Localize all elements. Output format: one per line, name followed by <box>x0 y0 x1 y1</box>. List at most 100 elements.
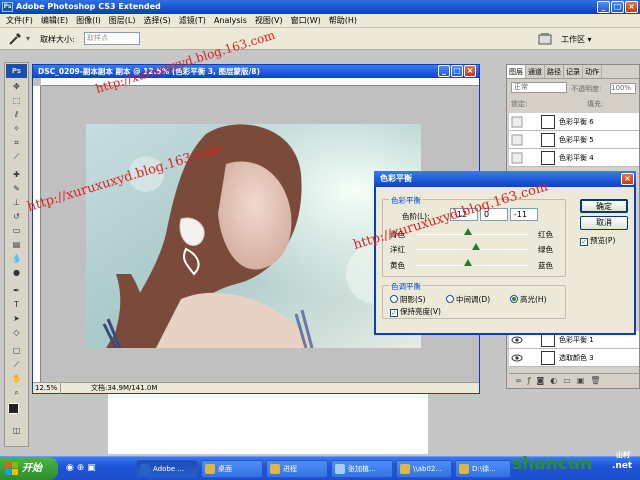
trash-icon[interactable]: 🗑 <box>590 376 606 385</box>
menu-image[interactable]: 图像(I) <box>72 14 105 28</box>
sample-size-select[interactable]: 取样点 <box>84 32 140 45</box>
dialog-close-button[interactable]: × <box>621 173 634 185</box>
layer-style-icon[interactable]: ƒ <box>528 376 537 385</box>
hand-tool-icon[interactable]: ✋ <box>8 373 25 385</box>
minimize-button[interactable]: _ <box>597 1 610 13</box>
magic-wand-tool-icon[interactable]: ✧ <box>8 123 25 135</box>
layer-row[interactable]: 选取颜色 3 <box>509 349 639 367</box>
app-icon <box>335 464 345 474</box>
document-status-bar: 12.5% 文档:34.9M/141.0M <box>33 382 479 394</box>
path-selection-tool-icon[interactable]: ➤ <box>8 313 25 325</box>
radio-highlights[interactable]: 高光(H) <box>510 295 547 305</box>
menu-analysis[interactable]: Analysis <box>210 14 251 28</box>
adjustment-layer-icon[interactable]: ◐ <box>550 376 563 385</box>
cyan-red-slider[interactable] <box>416 234 528 235</box>
level-yellow-blue-field[interactable]: -11 <box>510 208 538 221</box>
document-size-info[interactable]: 文档:34.9M/141.0M <box>91 383 157 394</box>
menu-edit[interactable]: 编辑(E) <box>37 14 72 28</box>
crop-tool-icon[interactable]: ⌗ <box>8 137 25 149</box>
checkmark-icon: ✓ <box>390 309 398 317</box>
shape-tool-icon[interactable]: ◇ <box>8 327 25 339</box>
slider-handle[interactable] <box>464 259 472 266</box>
workspace-button[interactable]: 工作区 ▾ <box>556 32 597 47</box>
preview-checkbox[interactable]: ✓ 预览(P) <box>580 236 615 246</box>
task-desktop[interactable]: 桌面 <box>201 460 263 478</box>
doc-minimize-button[interactable]: _ <box>438 65 450 77</box>
visibility-eye-icon[interactable] <box>511 116 523 128</box>
type-tool-icon[interactable]: T <box>8 299 25 311</box>
preserve-luminosity-checkbox[interactable]: ✓ 保持亮度(V) <box>390 307 441 317</box>
lasso-tool-icon[interactable]: ℓ <box>8 109 25 121</box>
pen-tool-icon[interactable]: ✒ <box>8 285 25 297</box>
move-tool-icon[interactable]: ✥ <box>8 81 25 93</box>
task-d-folder[interactable]: D:\徐... <box>455 460 511 478</box>
layer-row[interactable]: 色彩平衡 5 <box>509 131 639 149</box>
opacity-field[interactable]: 100% <box>610 83 636 94</box>
radio-shadows[interactable]: 阴影(S) <box>390 295 426 305</box>
tab-actions[interactable]: 动作 <box>583 65 602 78</box>
visibility-eye-icon[interactable] <box>511 334 523 346</box>
cancel-button[interactable]: 取消 <box>580 216 628 230</box>
menu-file[interactable]: 文件(F) <box>2 14 37 28</box>
layer-row[interactable]: 色彩平衡 4 <box>509 149 639 167</box>
zoom-level-field[interactable]: 12.5% <box>33 383 61 394</box>
healing-brush-tool-icon[interactable]: ✚ <box>8 169 25 181</box>
slider-handle[interactable] <box>472 243 480 250</box>
new-layer-icon[interactable]: ▣ <box>577 376 591 385</box>
clone-stamp-tool-icon[interactable]: ⊥ <box>8 197 25 209</box>
sample-size-label: 取样大小: <box>40 35 75 44</box>
history-brush-tool-icon[interactable]: ↺ <box>8 211 25 223</box>
slice-tool-icon[interactable]: ⟋ <box>8 151 25 163</box>
slider-handle[interactable] <box>464 228 472 235</box>
blend-mode-select[interactable]: 正常 <box>511 82 567 93</box>
tool-preset-arrow[interactable]: ▾ <box>26 34 30 43</box>
tab-layers[interactable]: 图层 <box>507 65 526 78</box>
slider-right-label: 红色 <box>538 230 553 239</box>
eyedropper-icon[interactable]: ⟋ <box>8 359 25 371</box>
ok-button[interactable]: 确定 <box>580 199 628 213</box>
blur-tool-icon[interactable]: 💧 <box>8 253 25 265</box>
menu-select[interactable]: 选择(S) <box>139 14 174 28</box>
task-photoshop[interactable]: Adobe ... <box>136 460 198 478</box>
tab-history[interactable]: 记录 <box>564 65 583 78</box>
yellow-blue-slider[interactable] <box>416 265 528 266</box>
layer-name: 色彩平衡 6 <box>559 118 594 126</box>
dodge-tool-icon[interactable]: ● <box>8 267 25 279</box>
brush-tool-icon[interactable]: ✎ <box>8 183 25 195</box>
visibility-eye-icon[interactable] <box>511 134 523 146</box>
quick-mask-icon[interactable]: ◫ <box>8 425 25 437</box>
task-app[interactable]: 张加植... <box>331 460 393 478</box>
visibility-eye-icon[interactable] <box>511 152 523 164</box>
menu-layer[interactable]: 图层(L) <box>105 14 140 28</box>
gradient-tool-icon[interactable]: ▤ <box>8 239 25 251</box>
menu-window[interactable]: 窗口(W) <box>287 14 325 28</box>
layer-row[interactable]: 色彩平衡 6 <box>509 113 639 131</box>
maximize-button[interactable]: □ <box>611 1 624 13</box>
add-mask-icon[interactable]: ◙ <box>537 376 551 385</box>
quicklaunch-icons[interactable]: ◉ ⊕ ▣ <box>66 463 96 473</box>
notes-tool-icon[interactable]: ▢ <box>8 345 25 357</box>
task-process[interactable]: 进程 <box>266 460 328 478</box>
palette-well-icon[interactable] <box>538 32 552 46</box>
eraser-tool-icon[interactable]: ▭ <box>8 225 25 237</box>
tab-channels[interactable]: 通道 <box>526 65 545 78</box>
tab-paths[interactable]: 路径 <box>545 65 564 78</box>
group-icon[interactable]: ▭ <box>563 376 577 385</box>
radio-midtones[interactable]: 中间调(D) <box>446 295 490 305</box>
visibility-eye-icon[interactable] <box>511 352 523 364</box>
link-layers-icon[interactable]: ∞ <box>515 376 528 385</box>
menu-view[interactable]: 视图(V) <box>251 14 287 28</box>
menu-filter[interactable]: 滤镜(T) <box>175 14 210 28</box>
doc-close-button[interactable]: × <box>464 65 476 77</box>
eyedropper-tool-icon[interactable] <box>8 32 22 46</box>
foreground-color-swatch[interactable] <box>8 403 19 414</box>
menu-help[interactable]: 帮助(H) <box>325 14 361 28</box>
layer-mask-thumbnail <box>541 333 555 347</box>
task-network-folder[interactable]: \\ab02... <box>396 460 452 478</box>
start-button[interactable]: 开始 <box>0 457 58 480</box>
layer-name: 色彩平衡 4 <box>559 154 594 162</box>
doc-maximize-button[interactable]: □ <box>451 65 463 77</box>
zoom-tool-icon[interactable]: ⌕ <box>8 387 25 399</box>
close-button[interactable]: × <box>625 1 638 13</box>
marquee-tool-icon[interactable]: ⬚ <box>8 95 25 107</box>
